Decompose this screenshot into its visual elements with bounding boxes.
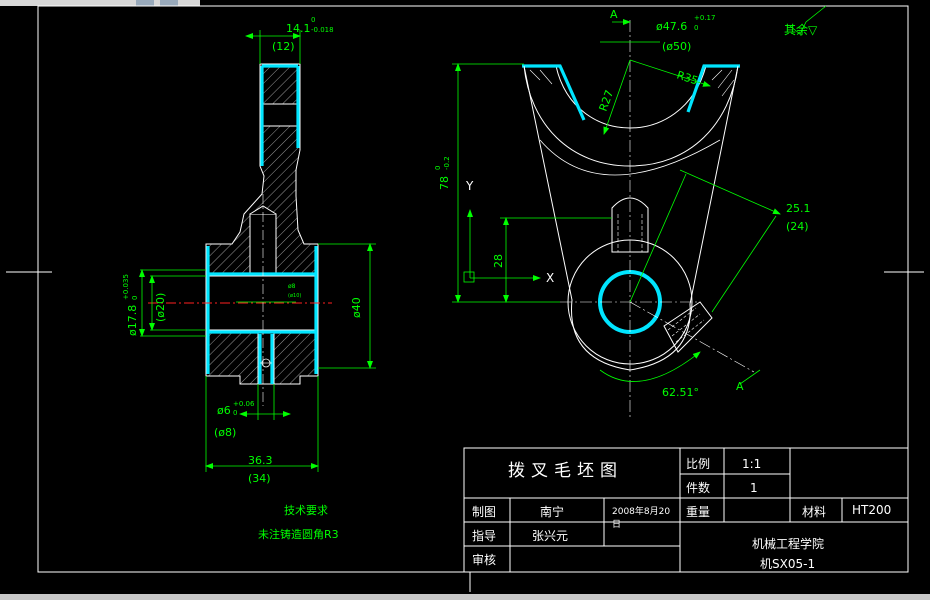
- section-label-bottom: A: [736, 380, 744, 393]
- axis-y-label: Y: [465, 179, 474, 193]
- school-name: 机械工程学院: [752, 536, 824, 551]
- dim-slot-tol-lower: 0: [233, 409, 237, 417]
- fork-arc-outer: [523, 65, 739, 167]
- material-value: HT200: [852, 503, 891, 517]
- dim-arc-dia: ø47.6: [656, 20, 687, 33]
- axis-x-label: X: [546, 271, 554, 285]
- drawn-name: 南宁: [540, 504, 564, 519]
- dim-small-hole-ref: (ø10): [288, 293, 301, 299]
- qty-label: 件数: [686, 480, 710, 495]
- drawing-name: 拨叉毛坯图: [508, 461, 623, 481]
- top-slot: [261, 103, 299, 127]
- dim-bore-tol-lower: 0: [131, 296, 139, 300]
- tech-requirements: 技术要求 未注铸造圆角R3: [258, 504, 339, 541]
- date: 2008年8月20: [612, 505, 670, 517]
- dim-width-top-ref: (12): [272, 40, 295, 53]
- dim-height: 78: [438, 176, 451, 190]
- side-dimension-texts: A A ø47.6 +0.17 0 (ø50) R35 R27 78 0 -0.…: [434, 8, 811, 399]
- dim-bore-ref: (ø20): [154, 293, 167, 322]
- dim-height-tol-upper: 0: [434, 166, 442, 170]
- dim-bore-dia: ø17.8: [126, 305, 139, 336]
- side-view: [522, 20, 755, 420]
- dim-25-1-ref: (24): [786, 220, 809, 233]
- dim-arc-tol-lower: 0: [694, 24, 698, 32]
- dim-width-top: 14.1: [286, 22, 311, 35]
- guide-label: 指导: [472, 528, 496, 543]
- scale-value: 1:1: [742, 457, 761, 471]
- surface-note: 其余▽: [784, 22, 818, 37]
- dim-28: 28: [492, 254, 505, 268]
- dim-slot: ø6: [217, 404, 231, 417]
- dim-outer-dia: ø40: [350, 297, 363, 318]
- dim-slot-tol-upper: +0.06: [233, 400, 255, 408]
- dim-r27: R27: [597, 88, 617, 113]
- dim-width-top-tol-lower: -0.018: [311, 26, 334, 34]
- dim-small-hole: ø8: [288, 283, 296, 290]
- qty-value: 1: [750, 481, 758, 495]
- dim-slot-ref: (ø8): [214, 426, 236, 439]
- material-label: 材料: [802, 505, 826, 519]
- horizontal-scrollbar[interactable]: [0, 594, 930, 600]
- dim-arc-ref: (ø50): [662, 40, 691, 53]
- dim-25-1: 25.1: [786, 202, 811, 215]
- dim-width-top-tol-upper: 0: [311, 16, 315, 24]
- drawing-number: 机SX05-1: [760, 557, 815, 571]
- guide-name: 张兴元: [532, 529, 568, 543]
- front-view: [148, 63, 332, 406]
- tech-req-title: 技术要求: [284, 504, 328, 517]
- scale-label: 比例: [686, 457, 710, 471]
- drawing-frame: [6, 5, 924, 592]
- drawn-label: 制图: [472, 505, 496, 519]
- date-cont: 日: [612, 519, 621, 530]
- dim-total-width: 36.3: [248, 454, 273, 467]
- dim-bore-tol-upper: +0.035: [122, 274, 130, 300]
- dim-total-width-ref: (34): [248, 472, 271, 485]
- review-label: 审核: [472, 552, 496, 567]
- cad-drawing[interactable]: 14.1 0 -0.018 (12) ø17.8 +0.035 0 (ø20) …: [0, 0, 930, 600]
- section-label-top: A: [610, 8, 618, 21]
- tech-req-line1: 未注铸造圆角R3: [258, 527, 339, 541]
- dim-r35: R35: [675, 68, 700, 87]
- dim-angle: 62.51°: [662, 386, 699, 399]
- weight-label: 重量: [686, 505, 710, 519]
- dim-arc-tol-upper: +0.17: [694, 14, 715, 22]
- dim-height-tol-lower: -0.2: [443, 156, 451, 170]
